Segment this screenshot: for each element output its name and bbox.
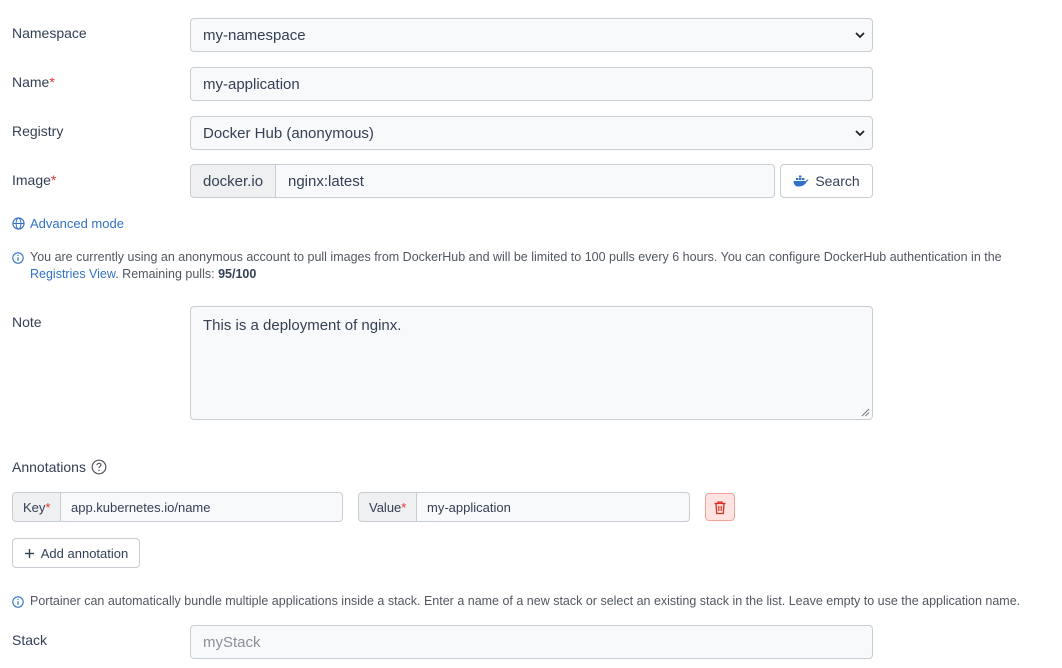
annotation-key-input[interactable]: app.kubernetes.io/name (61, 492, 343, 522)
remove-annotation-button[interactable] (705, 493, 735, 521)
registries-view-link[interactable]: Registries View (30, 267, 115, 281)
resize-handle-icon[interactable] (861, 408, 870, 417)
advanced-mode-link[interactable]: Advanced mode (12, 216, 124, 231)
namespace-select-value: my-namespace (203, 26, 306, 44)
registry-select[interactable]: Docker Hub (anonymous) (190, 116, 873, 150)
add-annotation-label: Add annotation (40, 545, 129, 561)
note-textarea-value: This is a deployment of nginx. (203, 317, 402, 334)
chevron-down-icon (855, 130, 865, 137)
dockerhub-info: You are currently using an anonymous acc… (12, 249, 1052, 283)
name-label-text: Name (12, 74, 50, 90)
search-button-label: Search (815, 173, 860, 189)
namespace-label: Namespace (12, 25, 87, 41)
info-icon (12, 252, 24, 264)
annotations-heading: Annotations (12, 459, 107, 475)
add-annotation-button[interactable]: Add annotation (12, 538, 140, 568)
image-label: Image* (12, 172, 56, 188)
image-prefix-text: docker.io (203, 172, 264, 190)
note-label: Note (12, 314, 42, 330)
registry-select-value: Docker Hub (anonymous) (203, 124, 374, 142)
chevron-down-icon (855, 32, 865, 39)
annotation-key-label: Key (23, 499, 46, 515)
annotation-value-addon: Value * (358, 492, 417, 522)
namespace-select[interactable]: my-namespace (190, 18, 873, 52)
name-input[interactable]: my-application (190, 67, 873, 101)
annotation-value-input[interactable]: my-application (417, 492, 690, 522)
docker-icon (793, 175, 809, 187)
remaining-pulls-value: 95/100 (218, 267, 257, 281)
required-mark: * (401, 499, 407, 515)
stack-input-placeholder: myStack (203, 633, 261, 651)
annotation-key-addon: Key * (12, 492, 61, 522)
globe-icon (12, 217, 25, 230)
image-input-value: nginx:latest (288, 172, 364, 190)
advanced-mode-label: Advanced mode (30, 216, 124, 231)
required-mark: * (49, 74, 55, 90)
name-input-value: my-application (203, 75, 300, 93)
registry-label: Registry (12, 123, 64, 139)
dockerhub-info-text: You are currently using an anonymous acc… (30, 249, 1002, 283)
info-icon (12, 596, 24, 608)
annotation-key-value: app.kubernetes.io/name (71, 499, 211, 515)
image-input[interactable]: nginx:latest (276, 164, 775, 198)
stack-input[interactable]: myStack (190, 625, 873, 659)
trash-icon (714, 500, 726, 514)
stack-label: Stack (12, 632, 48, 648)
annotations-label: Annotations (12, 459, 86, 475)
required-mark: * (50, 172, 57, 188)
annotation-value-label: Value (369, 499, 402, 515)
stack-info: Portainer can automatically bundle multi… (12, 593, 1057, 610)
plus-icon (24, 548, 34, 558)
required-mark: * (45, 499, 51, 515)
help-icon[interactable] (91, 459, 107, 475)
note-textarea[interactable]: This is a deployment of nginx. (190, 306, 873, 420)
image-search-button[interactable]: Search (780, 164, 873, 198)
image-registry-prefix: docker.io (190, 164, 276, 198)
stack-info-text: Portainer can automatically bundle multi… (30, 594, 1021, 608)
annotation-value-value: my-application (427, 499, 511, 515)
image-label-text: Image (12, 172, 51, 188)
name-label: Name* (12, 74, 55, 90)
remaining-pulls-label: . Remaining pulls: (115, 267, 215, 281)
dockerhub-info-message: You are currently using an anonymous acc… (30, 250, 1002, 264)
